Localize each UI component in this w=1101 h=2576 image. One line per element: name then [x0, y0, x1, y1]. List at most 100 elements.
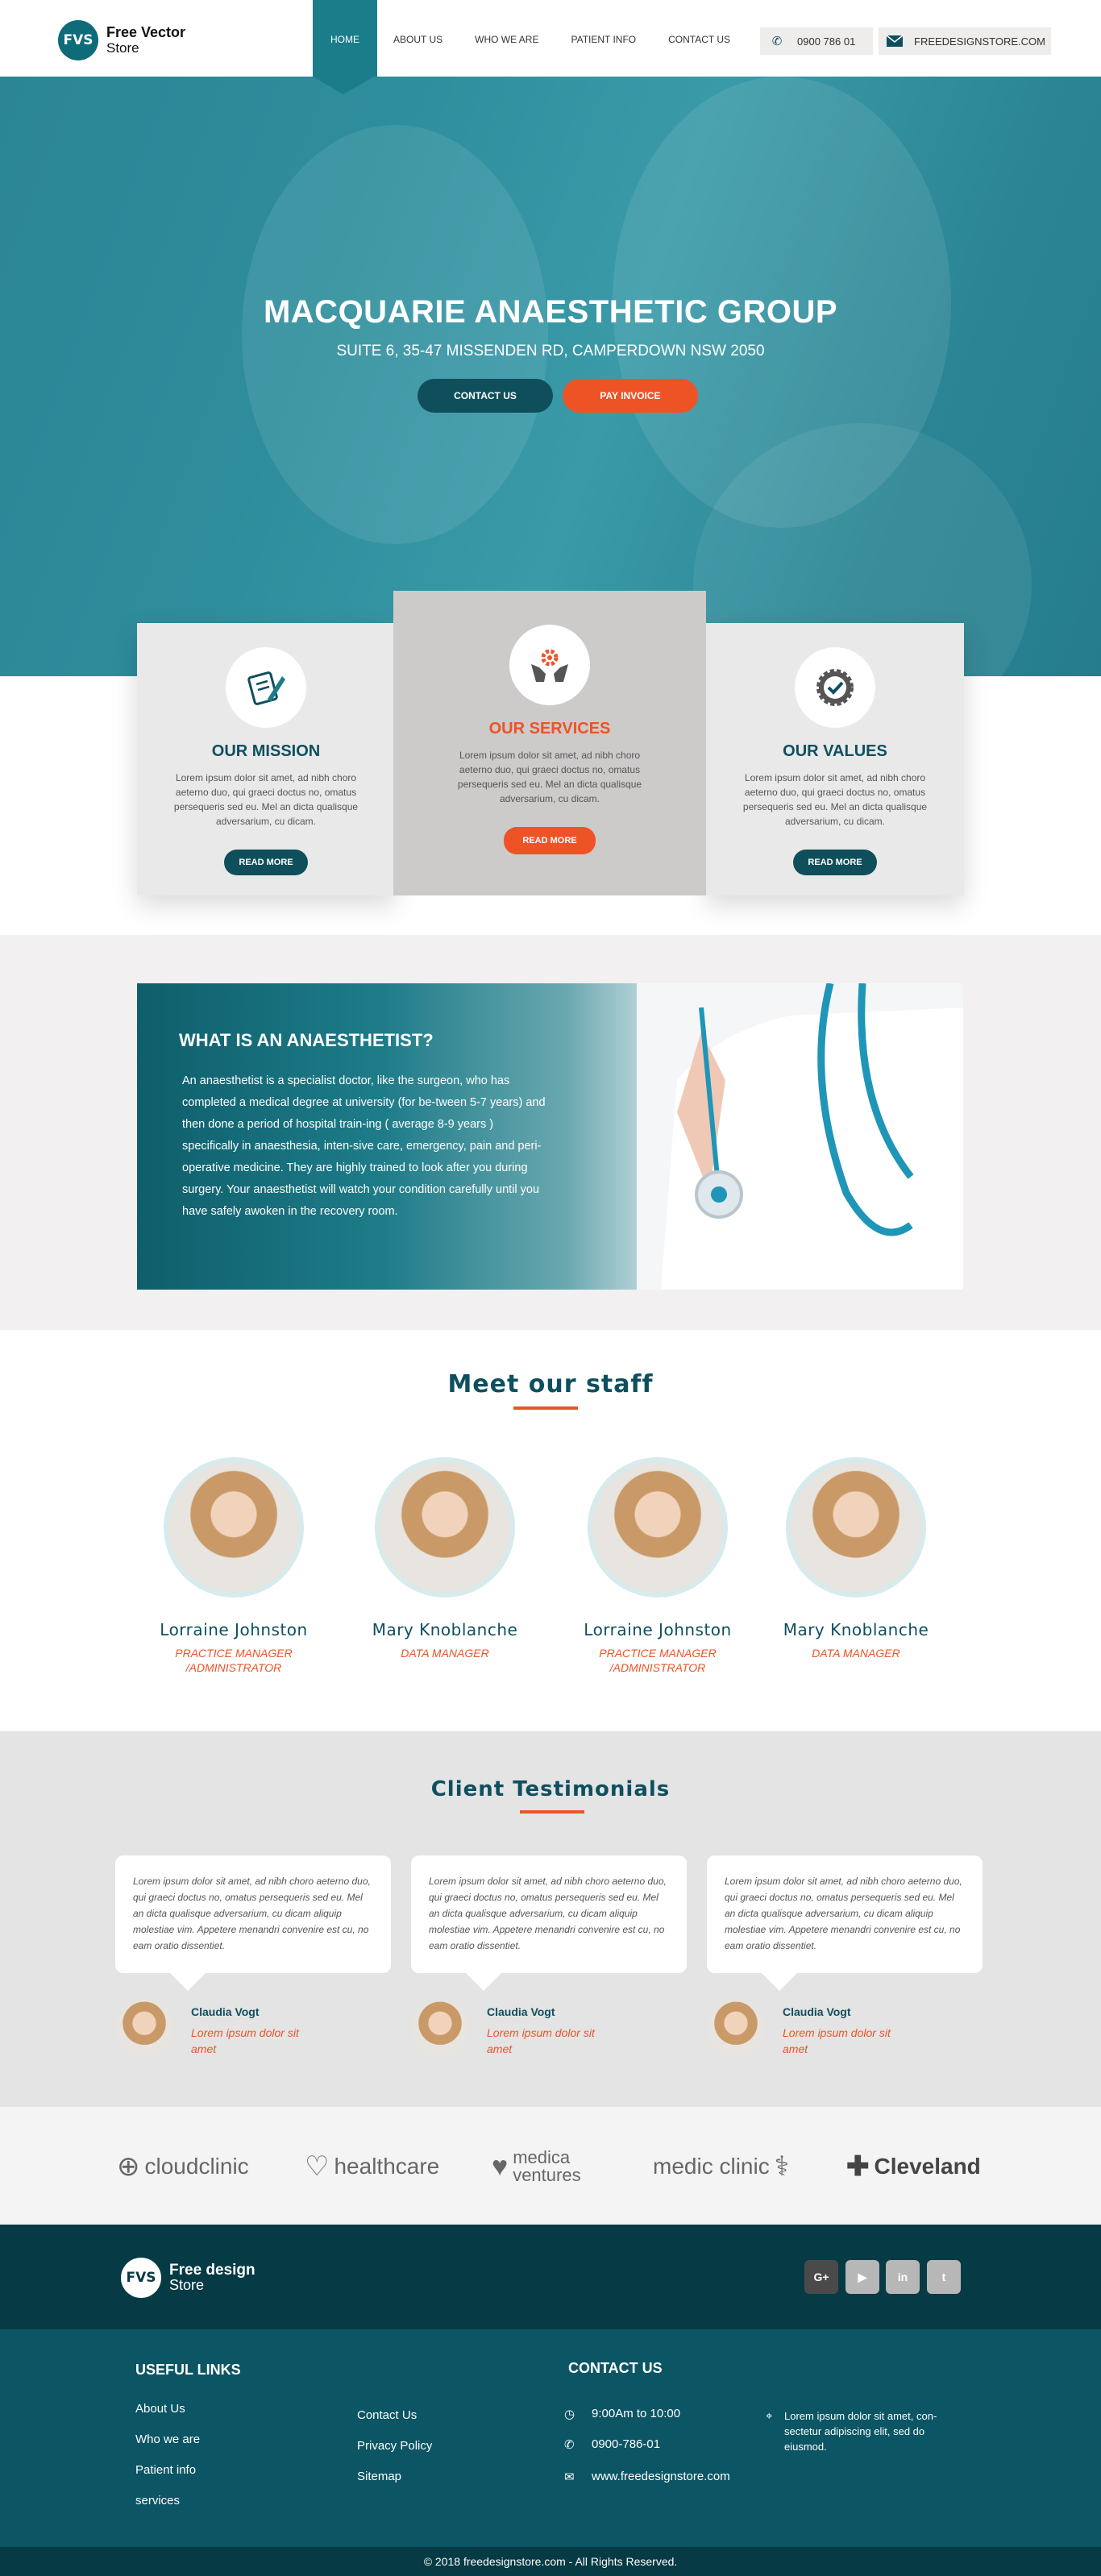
- staff-photo: [375, 1457, 515, 1598]
- header-email[interactable]: FREEDESIGNSTORE.COM: [879, 27, 1051, 55]
- hero-banner: MACQUARIE ANAESTHETIC GROUP SUITE 6, 35-…: [0, 77, 1101, 676]
- copyright-text: © 2018 freedesignstore.com - All Rights …: [423, 2555, 678, 2568]
- testimonial-author: Claudia Vogt Lorem ipsum dolor sit amet: [707, 1999, 904, 2057]
- staff-name: Mary Knoblanche: [783, 1620, 929, 1639]
- phone-icon: ✆: [771, 35, 783, 48]
- testimonials-title: Client Testimonials: [430, 1777, 671, 1801]
- hero-contact-button[interactable]: CONTACT US: [418, 379, 553, 413]
- footer-logo[interactable]: FVS Free design Store: [121, 2258, 256, 2298]
- hands-gear-icon: [509, 625, 590, 705]
- partner-cleveland[interactable]: ✚ Cleveland: [846, 2142, 981, 2191]
- author-role: Lorem ipsum dolor sit amet: [191, 2026, 299, 2055]
- linkedin-icon[interactable]: in: [886, 2260, 920, 2294]
- staff-role: DATA MANAGER: [401, 1647, 489, 1660]
- values-title: OUR VALUES: [783, 742, 887, 760]
- main-nav: HOME ABOUT US WHO WE ARE PATIENT INFO CO…: [313, 0, 746, 94]
- staff-card[interactable]: Mary Knoblanche DATA MANAGER: [364, 1457, 526, 1660]
- author-role: Lorem ipsum dolor sit amet: [487, 2026, 595, 2055]
- avatar: [115, 1999, 173, 2057]
- staff-photo: [786, 1457, 926, 1598]
- nav-home[interactable]: HOME: [313, 0, 377, 94]
- site-header: FVS Free Vector Store HOME ABOUT US WHO …: [0, 0, 1101, 94]
- twitter-icon[interactable]: t: [927, 2260, 961, 2294]
- footer-link-about[interactable]: About Us: [135, 2402, 185, 2416]
- staff-photo: [588, 1457, 728, 1598]
- partner-logos: ⊕ cloudclinic ♡ healthcare ♥ medica venture…: [0, 2107, 1101, 2225]
- staff-role: PRACTICE MANAGER /ADMINISTRATOR: [599, 1647, 717, 1674]
- anaesthetist-text: An anaesthetist is a specialist doctor, …: [182, 1074, 546, 1218]
- logo-badge: FVS: [58, 20, 98, 60]
- testimonial-quote: Lorem ipsum dolor sit amet, ad nibh chor…: [707, 1855, 983, 1991]
- author-name: Claudia Vogt: [487, 2005, 555, 2018]
- nav-contact-us[interactable]: CONTACT US: [652, 0, 746, 77]
- author-role: Lorem ipsum dolor sit amet: [783, 2026, 891, 2055]
- staff-section-title: Meet our staff: [447, 1370, 654, 1398]
- testimonial-author: Claudia Vogt Lorem ipsum dolor sit amet: [115, 1999, 312, 2057]
- youtube-icon[interactable]: ▶: [845, 2260, 879, 2294]
- avatar: [411, 1999, 469, 2057]
- mission-title: OUR MISSION: [211, 742, 321, 760]
- staff-card[interactable]: Mary Knoblanche DATA MANAGER: [775, 1457, 937, 1660]
- testimonial-quote: Lorem ipsum dolor sit amet, ad nibh chor…: [411, 1855, 687, 1991]
- footer-website[interactable]: ✉ www.freedesignstore.com: [564, 2470, 730, 2484]
- google-plus-icon[interactable]: G+: [804, 2260, 838, 2294]
- mail-icon: ✉: [564, 2470, 575, 2484]
- mission-card: OUR MISSION Lorem ipsum dolor sit amet, …: [137, 623, 395, 895]
- testimonials-title-underline: [520, 1810, 584, 1814]
- avatar: [707, 1999, 765, 2057]
- notepad-pen-icon: [226, 647, 306, 728]
- site-logo[interactable]: FVS Free Vector Store: [58, 20, 185, 60]
- staff-name: Mary Knoblanche: [372, 1620, 518, 1639]
- mission-read-more-button[interactable]: READ MORE: [224, 850, 308, 875]
- footer-hours: ◷ 9:00Am to 10:00: [564, 2407, 681, 2421]
- staff-name: Lorraine Johnston: [584, 1620, 732, 1639]
- testimonial-quote: Lorem ipsum dolor sit amet, ad nibh chor…: [115, 1855, 391, 1991]
- staff-role: PRACTICE MANAGER /ADMINISTRATOR: [175, 1647, 293, 1674]
- values-read-more-button[interactable]: READ MORE: [793, 850, 877, 875]
- footer-link-services[interactable]: services: [135, 2494, 180, 2507]
- phone-icon: ✆: [564, 2438, 575, 2452]
- nav-about-us[interactable]: ABOUT US: [377, 0, 459, 77]
- nav-who-we-are[interactable]: WHO WE ARE: [459, 0, 555, 77]
- nav-patient-info[interactable]: PATIENT INFO: [555, 0, 652, 77]
- staff-photo: [164, 1457, 304, 1598]
- services-text: Lorem ipsum dolor sit amet, ad nibh chor…: [457, 750, 642, 804]
- staff-name: Lorraine Johnston: [160, 1620, 308, 1639]
- anaesthetist-title: WHAT IS AN ANAESTHETIST?: [179, 1030, 434, 1050]
- testimonial-author: Claudia Vogt Lorem ipsum dolor sit amet: [411, 1999, 608, 2057]
- hero-photo-figure-left: [242, 125, 548, 544]
- badge-check-icon: [795, 647, 875, 728]
- footer-phone[interactable]: ✆ 0900-786-01: [564, 2437, 660, 2452]
- staff-title-underline: [513, 1406, 578, 1410]
- partner-medica-ventures[interactable]: ♥ medica ventures: [492, 2142, 634, 2191]
- footer-address: ⌖ Lorem ipsum dolor sit amet, con-sectetu…: [766, 2409, 937, 2453]
- values-card: OUR VALUES Lorem ipsum dolor sit amet, a…: [706, 623, 964, 895]
- partner-healthcare[interactable]: ♡ healthcare: [305, 2142, 439, 2191]
- caduceus-icon: ⚕: [774, 2151, 790, 2182]
- anaesthetist-panel: WHAT IS AN ANAESTHETIST? An anaesthetist…: [137, 983, 963, 1290]
- contact-title: CONTACT US: [568, 2360, 663, 2376]
- footer-link-patient-info[interactable]: Patient info: [135, 2463, 196, 2477]
- useful-links-title: USEFUL LINKS: [135, 2362, 241, 2378]
- footer-link-contact[interactable]: Contact Us: [357, 2408, 417, 2422]
- staff-card[interactable]: Lorraine Johnston PRACTICE MANAGER /ADMI…: [153, 1457, 314, 1675]
- location-pin-icon: ⌖: [766, 2409, 773, 2423]
- hero-title: MACQUARIE ANAESTHETIC GROUP: [263, 294, 838, 330]
- author-name: Claudia Vogt: [191, 2005, 260, 2018]
- footer-link-who[interactable]: Who we are: [135, 2433, 200, 2446]
- staff-role: DATA MANAGER: [812, 1647, 900, 1660]
- footer-link-sitemap[interactable]: Sitemap: [357, 2470, 401, 2483]
- header-phone[interactable]: ✆ 0900 786 01: [760, 27, 873, 55]
- apple-heart-icon: ♡: [305, 2151, 330, 2182]
- values-text: Lorem ipsum dolor sit amet, ad nibh chor…: [742, 772, 928, 827]
- staff-card[interactable]: Lorraine Johnston PRACTICE MANAGER /ADMI…: [577, 1457, 738, 1675]
- footer-link-privacy[interactable]: Privacy Policy: [357, 2439, 432, 2453]
- partner-medic-clinic[interactable]: medic clinic ⚕: [653, 2142, 794, 2191]
- mission-text: Lorem ipsum dolor sit amet, ad nibh chor…: [173, 772, 359, 827]
- services-read-more-button[interactable]: READ MORE: [504, 827, 596, 854]
- doctor-stethoscope-image: [637, 983, 963, 1290]
- services-card: OUR SERVICES Lorem ipsum dolor sit amet,…: [393, 591, 706, 895]
- hero-pay-invoice-button[interactable]: PAY INVOICE: [563, 379, 698, 413]
- header-phone-number: 0900 786 01: [797, 35, 856, 48]
- partner-cloudclinic[interactable]: ⊕ cloudclinic: [117, 2142, 249, 2191]
